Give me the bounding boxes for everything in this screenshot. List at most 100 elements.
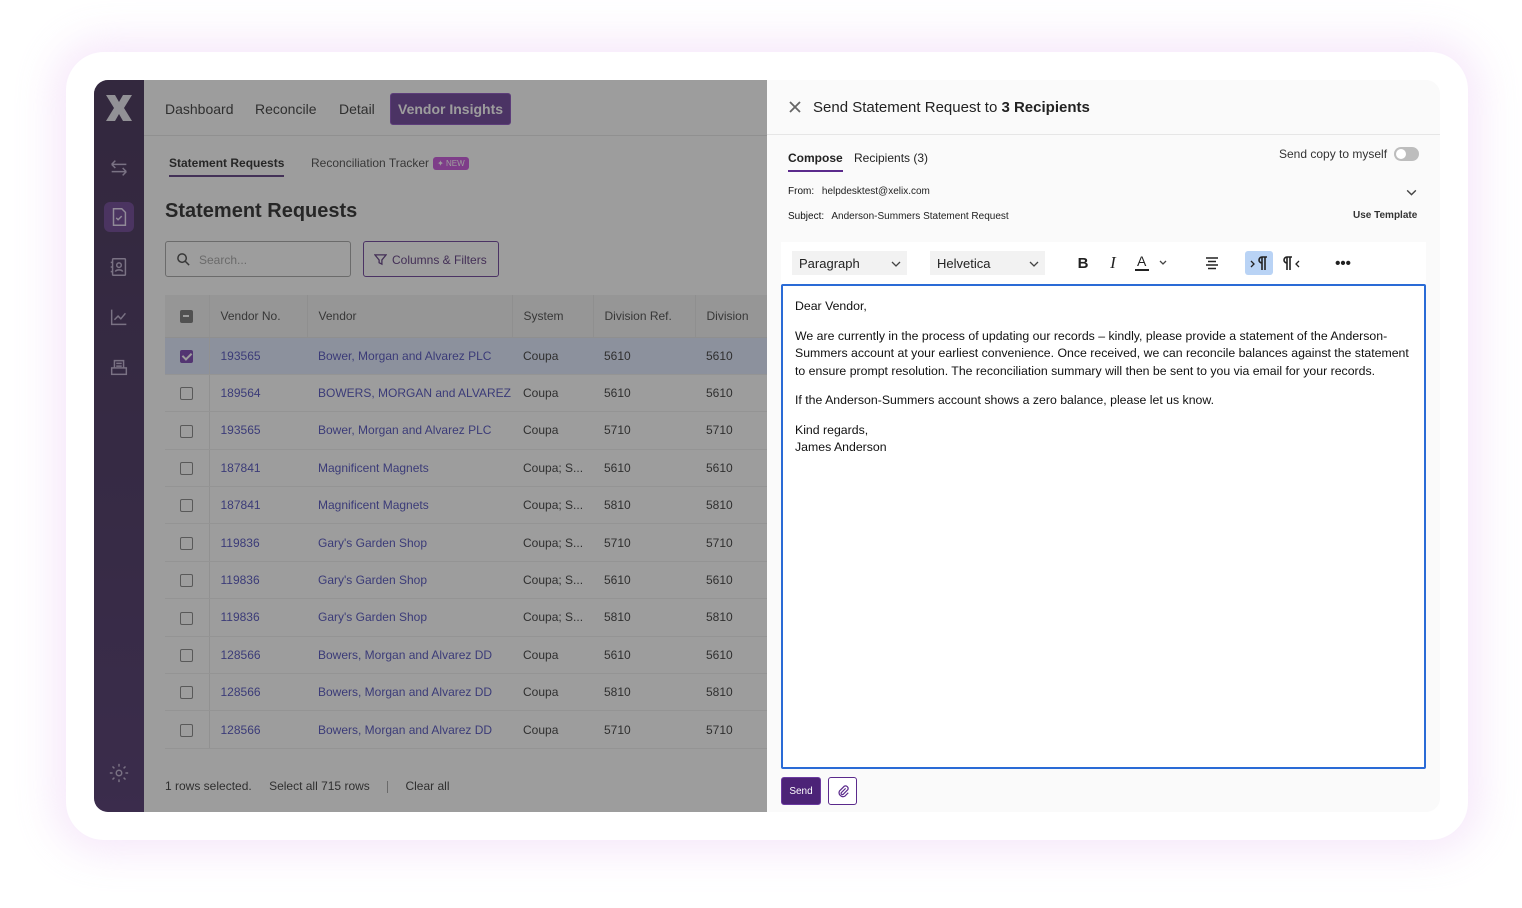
line-chart-icon[interactable] (104, 302, 134, 332)
bold-icon[interactable]: B (1069, 251, 1097, 275)
table-row[interactable]: 187841 Magnificent Magnets Coupa; S... 5610… (165, 449, 767, 488)
row-checkbox[interactable] (165, 598, 210, 637)
row-checkbox[interactable] (165, 486, 210, 525)
table-row[interactable]: 119836 Gary's Garden Shop Coupa; S... 5810 5… (165, 598, 767, 637)
row-checkbox[interactable] (165, 411, 210, 450)
cell-division: 5610 (695, 374, 767, 413)
tab-reconciliation-tracker[interactable]: Reconciliation Tracker ✦ NEW (311, 156, 469, 171)
cell-vendor-no[interactable]: 187841 (209, 486, 307, 525)
cell-vendor[interactable]: Bower, Morgan and Alvarez PLC (307, 337, 512, 375)
nav-detail[interactable]: Detail (339, 101, 375, 117)
cell-vendor-no[interactable]: 128566 (209, 673, 307, 712)
app-window: Dashboard Reconcile Detail Vendor Insigh… (94, 80, 1440, 812)
cell-vendor[interactable]: Gary's Garden Shop (307, 598, 512, 637)
clear-all-link[interactable]: Clear all (405, 779, 449, 793)
cell-division: 5610 (695, 636, 767, 675)
table-row[interactable]: 189564 BOWERS, MORGAN and ALVAREZ Coupa 561… (165, 374, 767, 413)
table-row[interactable]: 193565 Bower, Morgan and Alvarez PLC Coupa… (165, 411, 767, 450)
table-row[interactable]: 119836 Gary's Garden Shop Coupa; S... 5610 5… (165, 561, 767, 600)
column-header-vendor[interactable]: Vendor (307, 295, 513, 338)
cell-vendor[interactable]: BOWERS, MORGAN and ALVAREZ (307, 374, 512, 413)
cell-vendor-no[interactable]: 193565 (209, 337, 307, 375)
column-header-division-ref[interactable]: Division Ref. (593, 295, 696, 338)
text-color-icon[interactable]: A (1131, 251, 1173, 275)
table-row[interactable]: 119836 Gary's Garden Shop Coupa; S... 5710 5… (165, 523, 767, 562)
subject-value[interactable]: Anderson-Summers Statement Request (831, 211, 1008, 222)
table-row[interactable]: 128566 Bowers, Morgan and Alvarez DD Coupa… (165, 710, 767, 749)
top-navigation: Dashboard Reconcile Detail Vendor Insigh… (144, 80, 767, 136)
row-checkbox[interactable] (165, 449, 210, 488)
ltr-direction-icon[interactable] (1245, 251, 1273, 275)
attach-button[interactable] (828, 777, 857, 805)
tab-compose[interactable]: Compose (788, 151, 843, 172)
tab-statement-requests[interactable]: Statement Requests (169, 156, 285, 177)
table-row[interactable]: 128566 Bowers, Morgan and Alvarez DD Coupa… (165, 673, 767, 712)
transfer-arrows-icon[interactable] (104, 153, 134, 183)
cell-vendor[interactable]: Bowers, Morgan and Alvarez DD (307, 636, 512, 675)
search-input[interactable]: Search... (165, 241, 351, 277)
cell-vendor[interactable]: Bower, Morgan and Alvarez PLC (307, 411, 512, 450)
from-value[interactable]: helpdesktest@xelix.com (822, 186, 930, 197)
cell-vendor[interactable]: Bowers, Morgan and Alvarez DD (307, 710, 512, 749)
use-template-button[interactable]: Use Template (1353, 210, 1417, 221)
columns-filters-label: Columns & Filters (392, 253, 487, 267)
cell-vendor[interactable]: Magnificent Magnets (307, 449, 512, 488)
column-header-division[interactable]: Division (695, 295, 767, 338)
select-all-checkbox[interactable] (165, 295, 210, 338)
cell-vendor-no[interactable]: 189564 (209, 374, 307, 413)
table-row[interactable]: 193565 Bower, Morgan and Alvarez PLC Coupa… (165, 337, 767, 375)
search-icon (177, 253, 190, 266)
table-row[interactable]: 187841 Magnificent Magnets Coupa; S... 5810… (165, 486, 767, 525)
contact-card-icon[interactable] (104, 252, 134, 282)
nav-reconcile[interactable]: Reconcile (255, 101, 316, 117)
row-checkbox[interactable] (165, 374, 210, 413)
close-icon[interactable] (787, 99, 803, 115)
body-greeting: Dear Vendor, (795, 299, 867, 313)
tab-recipients[interactable]: Recipients (3) (854, 151, 928, 165)
cell-vendor-no[interactable]: 119836 (209, 561, 307, 600)
rtl-glyph-icon (1283, 256, 1300, 270)
align-center-icon[interactable] (1198, 251, 1226, 275)
font-family-select[interactable]: Helvetica (930, 251, 1045, 275)
block-format-select[interactable]: Paragraph (792, 251, 907, 275)
cell-division: 5710 (695, 710, 767, 749)
block-format-value: Paragraph (799, 256, 860, 271)
send-copy-toggle[interactable] (1394, 147, 1419, 161)
italic-icon[interactable]: I (1099, 251, 1127, 275)
nav-dashboard[interactable]: Dashboard (165, 101, 234, 117)
text-color-glyph-icon: A (1135, 253, 1167, 271)
cell-system: Coupa (512, 673, 593, 712)
cell-vendor-no[interactable]: 193565 (209, 411, 307, 450)
nav-vendor-insights[interactable]: Vendor Insights (390, 93, 512, 125)
select-all-rows-link[interactable]: Select all 715 rows (269, 779, 370, 793)
columns-filters-button[interactable]: Columns & Filters (363, 241, 499, 277)
rtl-direction-icon[interactable] (1278, 251, 1306, 275)
column-header-vendor-no[interactable]: Vendor No. (209, 295, 308, 338)
send-button[interactable]: Send (781, 777, 821, 805)
row-checkbox[interactable] (165, 561, 210, 600)
row-checkbox[interactable] (165, 673, 210, 712)
more-options-icon[interactable]: ••• (1329, 251, 1357, 275)
inbox-tray-icon[interactable] (104, 352, 134, 382)
cell-vendor-no[interactable]: 128566 (209, 710, 307, 749)
cell-vendor-no[interactable]: 119836 (209, 523, 307, 562)
column-header-system[interactable]: System (512, 295, 594, 338)
row-checkbox[interactable] (165, 636, 210, 675)
cell-vendor-no[interactable]: 119836 (209, 598, 307, 637)
table-row[interactable]: 128566 Bowers, Morgan and Alvarez DD Coupa… (165, 636, 767, 675)
cell-vendor-no[interactable]: 187841 (209, 449, 307, 488)
body-paragraph-2: If the Anderson-Summers account shows a … (795, 393, 1215, 407)
cell-vendor[interactable]: Gary's Garden Shop (307, 523, 512, 562)
row-checkbox[interactable] (165, 337, 210, 375)
cell-vendor[interactable]: Magnificent Magnets (307, 486, 512, 525)
cell-vendor[interactable]: Bowers, Morgan and Alvarez DD (307, 673, 512, 712)
row-checkbox[interactable] (165, 523, 210, 562)
panel-title-prefix: Send Statement Request to (813, 99, 998, 116)
settings-gear-icon[interactable] (104, 758, 134, 788)
document-check-icon[interactable] (104, 202, 134, 232)
row-checkbox[interactable] (165, 710, 210, 749)
message-editor[interactable]: Dear Vendor, We are currently in the pro… (781, 284, 1426, 769)
chevron-down-icon[interactable] (1405, 186, 1418, 199)
cell-vendor-no[interactable]: 128566 (209, 636, 307, 675)
cell-vendor[interactable]: Gary's Garden Shop (307, 561, 512, 600)
